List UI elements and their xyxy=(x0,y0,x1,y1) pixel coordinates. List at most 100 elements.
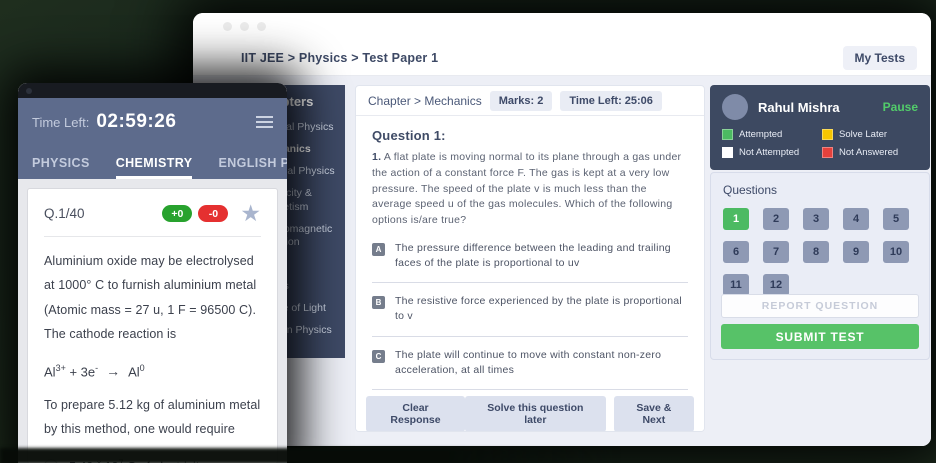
formula-base1: Al xyxy=(44,364,56,379)
question-title: Question 1: xyxy=(372,128,688,143)
mobile-header: Time Left: 02:59:26 xyxy=(18,98,287,146)
user-row: Rahul Mishra Pause xyxy=(722,94,918,120)
window-control-icon[interactable] xyxy=(240,22,249,31)
status-legend: Attempted Solve Later Not Attempted Not … xyxy=(722,129,918,158)
attempted-color-swatch xyxy=(722,129,733,140)
formula-sup3: 0 xyxy=(140,363,145,373)
question-number-2[interactable]: 2 xyxy=(763,208,789,230)
time-left-label: Time Left: xyxy=(32,115,89,130)
breadcrumb-bar: IIT JEE > Physics > Test Paper 1 My Test… xyxy=(193,40,931,76)
formula-base2: Al xyxy=(128,364,140,379)
divider xyxy=(372,336,688,337)
mobile-question-text-1: Aluminium oxide may be electrolysed at 1… xyxy=(44,249,261,347)
question-number-8[interactable]: 8 xyxy=(803,241,829,263)
time-left-value: 02:59:26 xyxy=(96,111,176,133)
question-number-6[interactable]: 6 xyxy=(723,241,749,263)
option-b-text: The resistive force experienced by the p… xyxy=(395,294,688,324)
legend-label: Not Attempted xyxy=(739,147,799,158)
legend-not-answered: Not Answered xyxy=(822,147,918,158)
my-tests-button[interactable]: My Tests xyxy=(843,46,917,70)
question-number-5[interactable]: 5 xyxy=(883,208,909,230)
time-left-badge: Time Left: 25:06 xyxy=(560,91,662,111)
chapter-label: Chapter > Mechanics xyxy=(368,94,482,108)
formula-sup2: - xyxy=(95,363,98,373)
formula-sup1: 3+ xyxy=(56,363,66,373)
tab-english-proficiency[interactable]: ENGLISH PROFICIENCY xyxy=(218,146,287,179)
save-next-button[interactable]: Save & Next xyxy=(614,396,694,432)
question-card: Chapter > Mechanics Marks: 2 Time Left: … xyxy=(355,85,705,432)
bookmark-star-icon[interactable]: ★ xyxy=(240,202,261,225)
option-c-text: The plate will continue to move with con… xyxy=(395,348,688,378)
user-name: Rahul Mishra xyxy=(758,100,840,115)
clear-response-button[interactable]: Clear Response xyxy=(366,396,465,432)
legend-label: Attempted xyxy=(739,129,782,140)
question-body: Question 1: 1. A flat plate is moving no… xyxy=(356,116,704,432)
question-text: 1. A flat plate is moving normal to its … xyxy=(372,150,688,229)
browser-window: IIT JEE > Physics > Test Paper 1 My Test… xyxy=(193,13,931,446)
pause-button[interactable]: Pause xyxy=(883,100,918,114)
question-number-10[interactable]: 10 xyxy=(883,241,909,263)
browser-content: Chapters General Physics Mechanics Therm… xyxy=(193,76,931,446)
question-number-4[interactable]: 4 xyxy=(843,208,869,230)
divider xyxy=(44,236,261,237)
option-a[interactable]: A The pressure difference between the le… xyxy=(372,241,688,271)
report-question-button[interactable]: REPORT QUESTION xyxy=(721,294,919,318)
tab-chemistry[interactable]: CHEMISTRY xyxy=(116,146,193,179)
browser-titlebar xyxy=(193,13,931,40)
question-counter: Q.1/40 xyxy=(44,206,85,221)
mobile-question-card: Q.1/40 +0 -0 ★ Aluminium oxide may be el… xyxy=(27,188,278,463)
question-text-body: A flat plate is moving normal to its pla… xyxy=(372,151,681,226)
option-b-letter-badge: B xyxy=(372,296,385,309)
submit-test-button[interactable]: SUBMIT TEST xyxy=(721,324,919,349)
mobile-overlay: Time Left: 02:59:26 PHYSICS CHEMISTRY EN… xyxy=(18,83,287,463)
arrow-icon: → xyxy=(106,363,120,379)
screenshot-stage: IIT JEE > Physics > Test Paper 1 My Test… xyxy=(0,0,936,463)
divider xyxy=(372,389,688,390)
divider xyxy=(372,282,688,283)
question-number-prefix: 1. xyxy=(372,151,381,163)
question-number-9[interactable]: 9 xyxy=(843,241,869,263)
mobile-question-text-2: To prepare 5.12 kg of aluminium metal by… xyxy=(44,393,261,442)
option-c-letter-badge: C xyxy=(372,350,385,363)
menu-icon[interactable] xyxy=(256,113,273,131)
solve-later-button[interactable]: Solve this question later xyxy=(465,396,606,432)
window-control-icon[interactable] xyxy=(257,22,266,31)
footer-right-buttons: Solve this question later Save & Next xyxy=(465,396,694,432)
option-c[interactable]: C The plate will continue to move with c… xyxy=(372,348,688,378)
question-number-1[interactable]: 1 xyxy=(723,208,749,230)
not-attempted-color-swatch xyxy=(722,147,733,158)
subject-tabs: PHYSICS CHEMISTRY ENGLISH PROFICIENCY xyxy=(18,146,287,179)
formula-mid: + 3e xyxy=(66,364,95,379)
mobile-content: Q.1/40 +0 -0 ★ Aluminium oxide may be el… xyxy=(18,179,287,463)
question-number-11[interactable]: 11 xyxy=(723,274,749,296)
breadcrumb[interactable]: IIT JEE > Physics > Test Paper 1 xyxy=(241,51,438,65)
negative-marks-badge: -0 xyxy=(198,205,228,222)
positive-marks-badge: +0 xyxy=(162,205,192,222)
marks-badge: Marks: 2 xyxy=(490,91,553,111)
option-a-text: The pressure difference between the lead… xyxy=(395,241,688,271)
cathode-reaction-formula: Al3+ + 3e-→Al0 xyxy=(44,363,261,379)
question-palette: Questions 1 2 3 4 5 6 7 8 9 10 11 12 REP… xyxy=(710,172,930,360)
legend-not-attempted: Not Attempted xyxy=(722,147,818,158)
not-answered-color-swatch xyxy=(822,147,833,158)
option-a-letter-badge: A xyxy=(372,243,385,256)
camera-icon xyxy=(26,88,32,94)
palette-title: Questions xyxy=(723,183,917,197)
solve-later-color-swatch xyxy=(822,129,833,140)
question-number-7[interactable]: 7 xyxy=(763,241,789,263)
avatar xyxy=(722,94,748,120)
question-number-12[interactable]: 12 xyxy=(763,274,789,296)
option-b[interactable]: B The resistive force experienced by the… xyxy=(372,294,688,324)
legend-label: Not Answered xyxy=(839,147,898,158)
phone-bezel xyxy=(18,83,287,98)
legend-label: Solve Later xyxy=(839,129,887,140)
mobile-question-header: Q.1/40 +0 -0 ★ xyxy=(44,202,261,225)
question-number-grid: 1 2 3 4 5 6 7 8 9 10 11 12 xyxy=(723,208,917,296)
user-panel: Rahul Mishra Pause Attempted Solve Later… xyxy=(710,85,930,170)
question-footer: Clear Response Solve this question later… xyxy=(356,397,704,431)
question-card-header: Chapter > Mechanics Marks: 2 Time Left: … xyxy=(356,86,704,116)
window-control-icon[interactable] xyxy=(223,22,232,31)
tab-physics[interactable]: PHYSICS xyxy=(32,146,90,179)
legend-attempted: Attempted xyxy=(722,129,818,140)
question-number-3[interactable]: 3 xyxy=(803,208,829,230)
